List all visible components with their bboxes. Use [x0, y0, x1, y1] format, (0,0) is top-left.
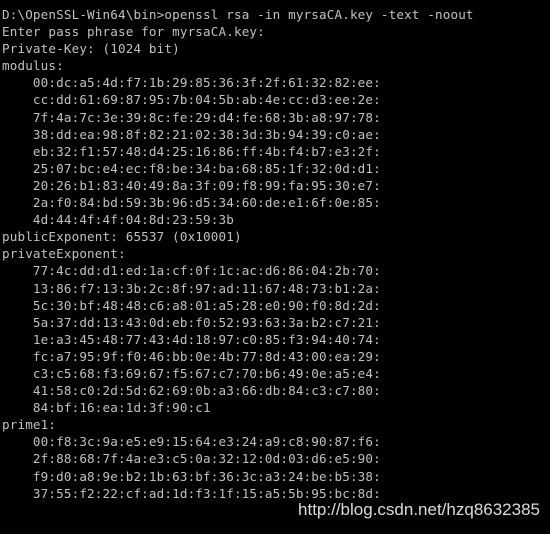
- console-line-private-key: Private-Key: (1024 bit): [2, 41, 180, 57]
- console-line-private-exponent: 5c:30:bf:48:48:c6:a8:01:a5:28:e0:90:f0:8…: [2, 297, 381, 313]
- console-line-prime1: 00:f8:3c:9a:e5:e9:15:64:e3:24:a9:c8:90:8…: [2, 434, 381, 450]
- console-line-modulus: eb:32:f1:57:48:d4:25:16:86:ff:4b:f4:b7:e…: [2, 143, 381, 159]
- console-line-modulus: 38:dd:ea:98:8f:82:21:02:38:3d:3b:94:39:c…: [2, 126, 381, 142]
- console-line-private-exponent: 5a:37:dd:13:43:0d:eb:f0:52:93:63:3a:b2:c…: [2, 314, 381, 330]
- console-line-private-exponent: 41:58:c0:2d:5d:62:69:0b:a3:66:db:84:c3:c…: [2, 383, 381, 399]
- console-line-prime1-label: prime1:: [2, 417, 57, 433]
- console-line-private-exponent: 84:bf:16:ea:1d:3f:90:c1: [2, 400, 211, 416]
- console-line-private-exponent: c3:c5:68:f3:69:67:f5:67:c7:70:b6:49:0e:a…: [2, 365, 381, 381]
- console-line-prime1: 2f:88:68:7f:4a:e3:c5:0a:32:12:0d:03:d6:e…: [2, 451, 381, 467]
- console-line-public-exponent: publicExponent: 65537 (0x10001): [2, 229, 242, 245]
- console-line-prime1: f9:d0:a8:9e:b2:1b:63:bf:36:3c:a3:24:be:b…: [2, 468, 381, 484]
- console-line-private-exponent: 13:86:f7:13:3b:2c:8f:97:ad:11:67:48:73:b…: [2, 280, 381, 296]
- console-line-modulus-label: modulus:: [2, 58, 64, 74]
- console-line-private-exponent-label: privateExponent:: [2, 246, 126, 262]
- console-line-modulus: 20:26:b1:83:40:49:8a:3f:09:f8:99:fa:95:3…: [2, 177, 381, 193]
- console-line-modulus: cc:dd:61:69:87:95:7b:04:5b:ab:4e:cc:d3:e…: [2, 92, 381, 108]
- console-line-modulus: 2a:f0:84:bd:59:3b:96:d5:34:60:de:e1:6f:0…: [2, 195, 381, 211]
- console-line-command: D:\OpenSSL-Win64\bin>openssl rsa -in myr…: [2, 7, 474, 22]
- console-line-modulus: 00:dc:a5:4d:f7:1b:29:85:36:3f:2f:61:32:8…: [2, 75, 381, 91]
- console-output: D:\OpenSSL-Win64\bin>openssl rsa -in myr…: [2, 6, 474, 502]
- console-line-modulus: 4d:44:4f:4f:04:8d:23:59:3b: [2, 212, 234, 228]
- console-line-private-exponent: fc:a7:95:9f:f0:46:bb:0e:4b:77:8d:43:00:e…: [2, 348, 381, 364]
- console-line-pass-prompt: Enter pass phrase for myrsaCA.key:: [2, 24, 265, 40]
- console-line-private-exponent: 1e:a3:45:48:77:43:4d:18:97:c0:85:f3:94:4…: [2, 331, 381, 347]
- watermark: http://blog.csdn.net/hzq8632385: [298, 500, 540, 519]
- console-line-private-exponent: 77:4c:dd:d1:ed:1a:cf:0f:1c:ac:d6:86:04:2…: [2, 263, 381, 279]
- console-line-modulus: 25:07:bc:e4:ec:f8:be:34:ba:68:85:1f:32:0…: [2, 160, 381, 176]
- console-line-prime1: 37:55:f2:22:cf:ad:1d:f3:1f:15:a5:5b:95:b…: [2, 485, 381, 501]
- console-line-modulus: 7f:4a:7c:3e:39:8c:fe:29:d4:fe:68:3b:a8:9…: [2, 109, 381, 125]
- console-window[interactable]: D:\OpenSSL-Win64\bin>openssl rsa -in myr…: [0, 0, 553, 534]
